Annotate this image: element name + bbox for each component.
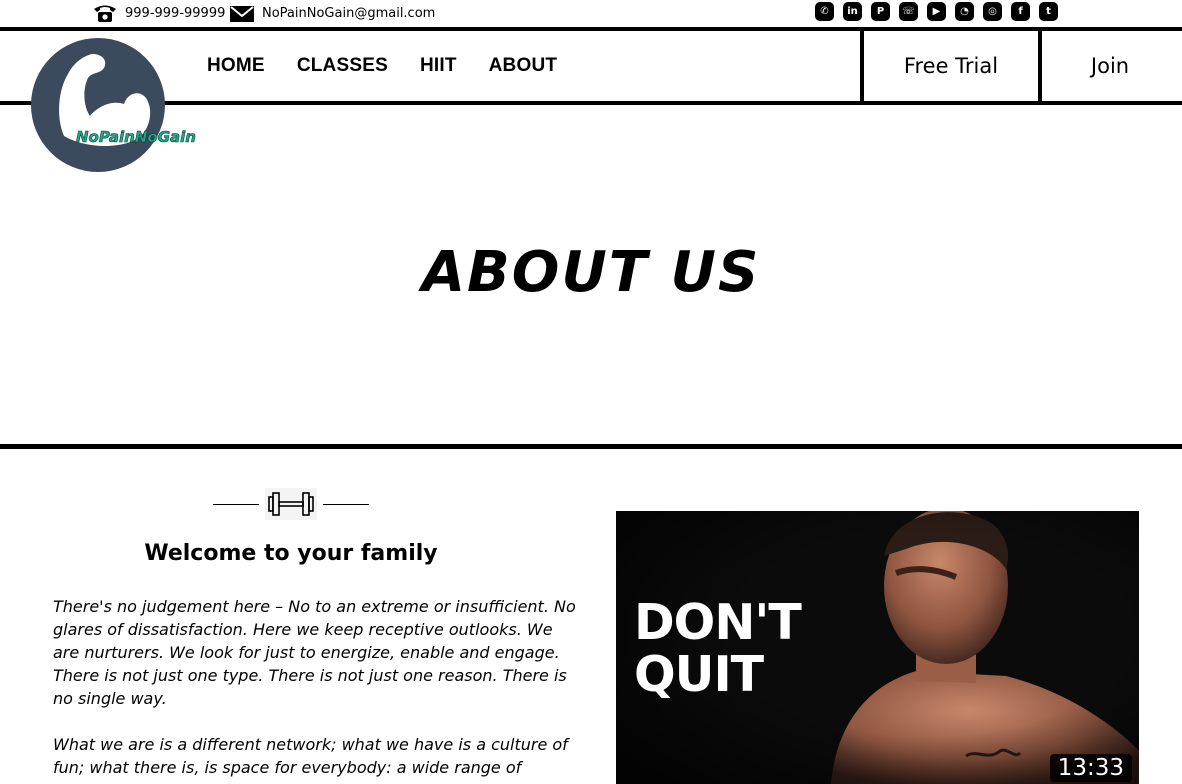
whatsapp-icon[interactable]: ☏ bbox=[899, 2, 918, 21]
pinterest-icon[interactable]: P bbox=[871, 2, 890, 21]
page-title: ABOUT US bbox=[421, 240, 761, 305]
video-thumbnail[interactable]: DON'T QUIT 13:33 bbox=[616, 511, 1139, 784]
envelope-icon bbox=[230, 6, 254, 22]
video-overlay-text: DON'T QUIT bbox=[634, 594, 802, 703]
snapchat-icon[interactable]: ◔ bbox=[955, 2, 974, 21]
ornament-line-left bbox=[213, 504, 259, 505]
dumbbell-icon bbox=[265, 488, 317, 520]
section-heading: Welcome to your family bbox=[144, 541, 438, 566]
phone-contact[interactable]: 999-999-99999 bbox=[92, 3, 225, 23]
nav-about[interactable]: ABOUT bbox=[489, 55, 558, 77]
facebook-icon[interactable]: f bbox=[1011, 2, 1030, 21]
social-links: ✆ in P ☏ ▶ ◔ ◎ f t bbox=[815, 2, 1058, 21]
nav-home[interactable]: HOME bbox=[207, 55, 265, 77]
twitter-icon[interactable]: t bbox=[1039, 2, 1058, 21]
email-contact[interactable]: NoPainNoGain@gmail.com bbox=[229, 3, 435, 23]
video-duration-badge: 13:33 bbox=[1049, 754, 1132, 782]
video-overlay-line1: DON'T bbox=[634, 594, 802, 651]
intro-paragraph: There's no judgement here – No to an ext… bbox=[53, 597, 576, 708]
logo-text: NoPainNoGain bbox=[76, 128, 196, 146]
linkedin-icon[interactable]: in bbox=[843, 2, 862, 21]
nav-classes[interactable]: CLASSES bbox=[297, 55, 388, 77]
email-address: NoPainNoGain@gmail.com bbox=[262, 5, 436, 21]
nav-hiit[interactable]: HIIT bbox=[420, 55, 457, 77]
ornament-line-right bbox=[323, 504, 369, 505]
phone-number: 999-999-99999 bbox=[125, 5, 226, 21]
phone-icon bbox=[94, 5, 116, 22]
culture-paragraph: What we are is a different network; what… bbox=[53, 735, 568, 777]
video-overlay-line2: QUIT bbox=[634, 646, 764, 703]
main-nav: HOME CLASSES HIIT ABOUT bbox=[207, 31, 557, 101]
instagram-icon[interactable]: ◎ bbox=[983, 2, 1002, 21]
logo-graphic: NoPainNoGain bbox=[31, 38, 196, 172]
section-divider bbox=[0, 444, 1182, 449]
site-logo[interactable]: NoPainNoGain bbox=[28, 38, 213, 174]
youtube-icon[interactable]: ▶ bbox=[927, 2, 946, 21]
top-bar: 999-999-99999 NoPainNoGain@gmail.com ✆ in… bbox=[0, 0, 1182, 27]
heading-ornament bbox=[213, 484, 369, 524]
join-button[interactable]: Join bbox=[1038, 31, 1182, 101]
viber-icon[interactable]: ✆ bbox=[815, 2, 834, 21]
free-trial-button[interactable]: Free Trial bbox=[860, 31, 1042, 101]
